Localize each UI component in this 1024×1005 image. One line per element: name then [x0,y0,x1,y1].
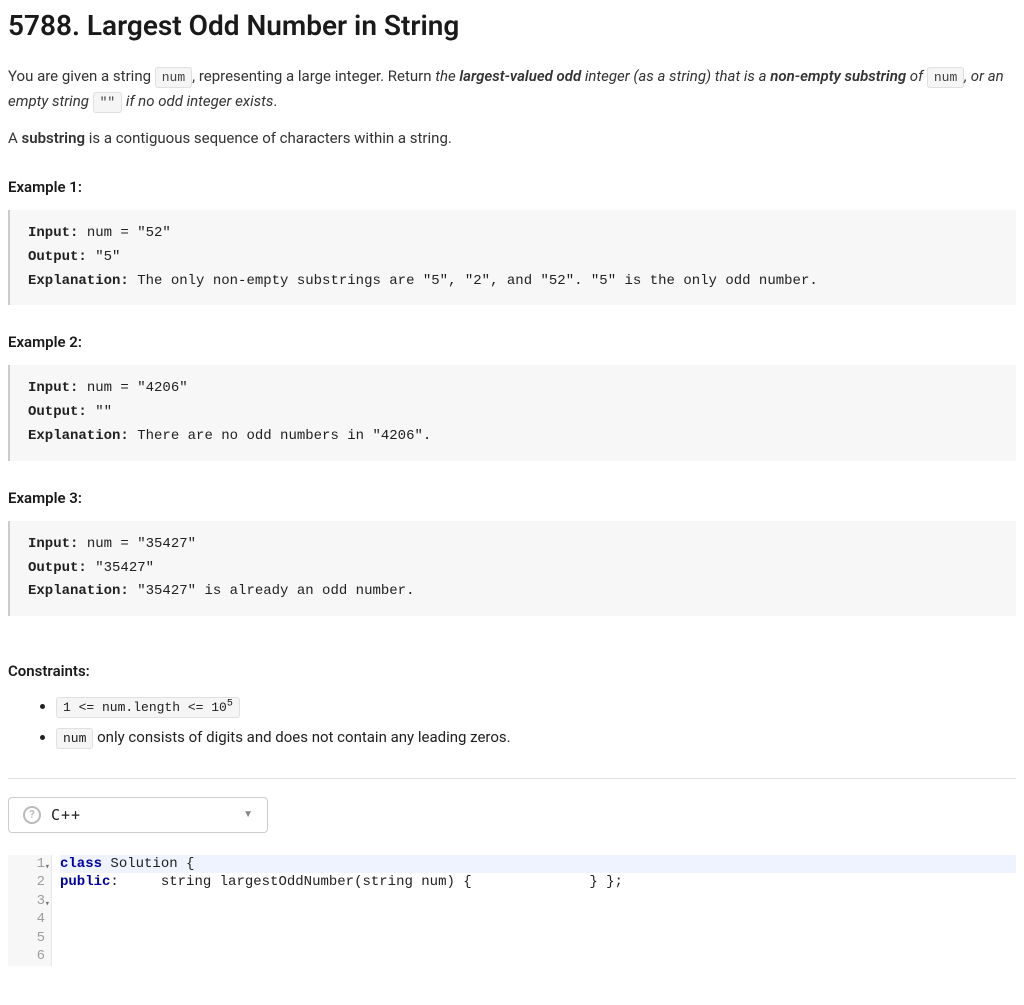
output-label: Output: [28,560,87,576]
line-number: 5 [18,929,45,948]
bold-span: substring [22,129,85,147]
code-line[interactable] [480,874,547,890]
line-number: 1▾ [18,855,45,874]
text-span: You are given a string [8,67,155,85]
output-value: "" [87,404,112,420]
explanation-label: Explanation: [28,583,129,599]
input-value: num = "35427" [78,536,196,552]
inline-code: 1 <= num.length <= 105 [56,697,240,718]
constraints-list: 1 <= num.length <= 105 num only consists… [8,694,1016,750]
code-line[interactable]: }; [606,874,623,890]
output-label: Output: [28,249,87,265]
text-span: A [8,129,22,147]
language-text: C++ [51,806,81,824]
input-label: Input: [28,380,78,396]
problem-paragraph-2: A substring is a contiguous sequence of … [8,126,1016,150]
problem-title: 5788. Largest Odd Number in String [8,8,1016,44]
output-label: Output: [28,404,87,420]
explanation-value: "35427" is already an odd number. [129,583,415,599]
explanation-label: Explanation: [28,428,129,444]
italic-span: of [906,67,927,85]
constraint-item: 1 <= num.length <= 105 [56,694,1016,719]
output-value: "35427" [87,560,154,576]
inline-code: num [56,728,93,749]
chevron-down-icon: ▼ [243,809,253,820]
line-number: 4 [18,910,45,929]
inline-code: num [155,67,192,88]
code-editor[interactable]: 1▾ 2 3▾ 4 5 6 class Solution { public: s… [8,855,1016,966]
superscript: 5 [227,699,233,710]
line-number-gutter: 1▾ 2 3▾ 4 5 6 [8,855,52,966]
problem-paragraph-1: You are given a string num, representing… [8,64,1016,114]
example-block: Input: num = "52" Output: "5" Explanatio… [8,210,1016,305]
bold-span: non-empty substring [770,67,906,85]
fold-icon[interactable]: ▾ [45,895,50,914]
fold-icon[interactable]: ▾ [45,858,50,877]
constraints-heading: Constraints: [8,662,1016,680]
input-value: num = "52" [78,225,170,241]
text-span: . [273,92,277,110]
line-number: 6 [18,947,45,966]
inline-code: "" [93,92,123,113]
bold-span: largest-valued odd [459,67,581,85]
help-icon[interactable]: ? [23,806,41,824]
example-block: Input: num = "4206" Output: "" Explanati… [8,365,1016,460]
language-select[interactable]: ? C++ ▼ [8,797,268,833]
italic-span: integer (as a string) that is a [581,67,770,85]
code-line[interactable]: } [556,874,598,890]
explanation-value: The only non-empty substrings are "5", "… [129,273,818,289]
output-value: "5" [87,249,121,265]
input-value: num = "4206" [78,380,187,396]
code-line[interactable]: public: [60,874,119,890]
explanation-label: Explanation: [28,273,129,289]
example-heading: Example 1: [8,178,1016,196]
italic-span: if no odd integer exists [122,92,273,110]
example-heading: Example 2: [8,333,1016,351]
code-content[interactable]: class Solution { public: string largestO… [52,855,1016,966]
line-number: 2 [18,873,45,892]
inline-code: num [927,67,964,88]
text-span: only consists of digits and does not con… [93,728,510,746]
explanation-value: There are no odd numbers in "4206". [129,428,431,444]
input-label: Input: [28,225,78,241]
input-label: Input: [28,536,78,552]
text-span: , representing a large integer. Return [192,67,435,85]
code-line[interactable]: string largestOddNumber(string num) { [127,874,471,890]
code-line[interactable]: class Solution { [60,855,1016,874]
line-number: 3▾ [18,892,45,911]
constraint-item: num only consists of digits and does not… [56,725,1016,750]
example-heading: Example 3: [8,489,1016,507]
example-block: Input: num = "35427" Output: "35427" Exp… [8,521,1016,616]
text-span: is a contiguous sequence of characters w… [85,129,452,147]
italic-span: the [435,67,459,85]
